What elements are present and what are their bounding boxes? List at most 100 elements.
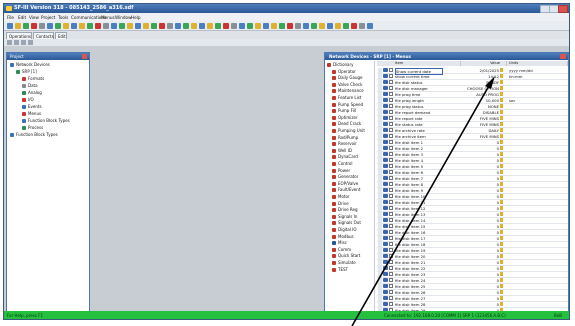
toolbar-button-icon[interactable] <box>151 23 157 29</box>
tree-node[interactable]: Network Devices <box>10 62 50 67</box>
toolbar-button-icon[interactable] <box>103 23 109 29</box>
menu-help[interactable]: Help <box>131 15 141 20</box>
edit-pencil-icon[interactable] <box>500 104 503 108</box>
item-name[interactable]: file disk item 13 <box>395 212 441 217</box>
item-name[interactable]: file disk item 22 <box>395 266 441 271</box>
close-icon[interactable] <box>560 54 566 59</box>
row-checkbox[interactable] <box>389 296 393 300</box>
edit-pencil-icon[interactable] <box>500 152 503 156</box>
item-name[interactable]: file disk item 19 <box>395 248 441 253</box>
menu-tree-item[interactable]: Maintenance <box>332 88 364 94</box>
item-name[interactable]: file disk item 12 <box>395 206 441 211</box>
menu-tree-item[interactable]: Digital IO <box>332 227 357 232</box>
menu-tree-item[interactable]: DynaCard <box>332 154 358 160</box>
item-name[interactable]: file disk item 14 <box>395 218 441 223</box>
item-value[interactable]: 0 <box>461 146 499 151</box>
toolbar-button-icon[interactable] <box>63 23 69 29</box>
item-value[interactable]: 0 <box>461 200 499 205</box>
edit-pencil-icon[interactable] <box>500 230 503 234</box>
item-name[interactable]: file disk item 5 <box>395 164 441 169</box>
item-value[interactable]: 0 <box>461 242 499 247</box>
toolbar-button-icon[interactable] <box>159 23 165 29</box>
item-value[interactable]: 0 <box>461 206 499 211</box>
toolbar-button-icon[interactable] <box>7 23 13 29</box>
item-value[interactable]: 0 <box>461 152 499 157</box>
item-value[interactable]: 0 <box>461 158 499 163</box>
toolbar-button-icon[interactable] <box>303 23 309 29</box>
menu-view[interactable]: View <box>29 15 39 20</box>
toolbar-button-icon[interactable] <box>23 23 29 29</box>
toolbar-button-icon[interactable] <box>47 23 53 29</box>
item-name[interactable]: file disk item 17 <box>395 236 441 241</box>
item-name[interactable]: file disk item 6 <box>395 170 441 175</box>
item-name[interactable]: file disk item 15 <box>395 224 441 229</box>
item-value[interactable]: 0 <box>461 296 499 301</box>
edit-pencil-icon[interactable] <box>500 290 503 294</box>
toolbar-button-icon[interactable] <box>255 23 261 29</box>
toolbar-button-icon[interactable] <box>207 23 213 29</box>
row-checkbox[interactable] <box>389 236 393 240</box>
edit-pencil-icon[interactable] <box>500 74 503 78</box>
toolbar-button-icon[interactable] <box>295 23 301 29</box>
item-name[interactable]: file report demand <box>395 110 441 115</box>
menu-tree-item[interactable]: Drive <box>332 201 349 206</box>
item-name[interactable]: file disk item 20 <box>395 254 441 259</box>
edit-pencil-icon[interactable] <box>500 110 503 114</box>
edit-pencil-icon[interactable] <box>500 164 503 168</box>
edit-pencil-icon[interactable] <box>500 248 503 252</box>
edit-pencil-icon[interactable] <box>500 212 503 216</box>
row-checkbox[interactable] <box>389 206 393 210</box>
item-name[interactable]: file disk item 7 <box>395 176 441 181</box>
item-name[interactable]: file disk item 25 <box>395 284 441 289</box>
item-name[interactable]: file disk status <box>395 80 441 85</box>
item-name[interactable]: file archive item <box>395 134 441 139</box>
menu-tree-item[interactable]: Simulate <box>332 260 356 265</box>
menu-tree-item[interactable]: Motor <box>332 194 350 199</box>
menu-tree-item[interactable]: Daily Gauge <box>332 75 362 81</box>
toolbar-button-icon[interactable] <box>279 23 285 29</box>
row-checkbox[interactable] <box>389 182 393 186</box>
item-value[interactable]: 0 <box>461 182 499 187</box>
item-name[interactable]: file disk item 4 <box>395 158 441 163</box>
row-checkbox[interactable] <box>389 254 393 258</box>
item-value[interactable]: 10,000 <box>461 98 499 103</box>
item-name[interactable]: file disk item 3 <box>395 152 441 157</box>
menu-tree-item[interactable]: Reservoir <box>332 141 357 147</box>
item-name[interactable]: file disk manager <box>395 86 441 91</box>
menu-tree-item[interactable]: Signals Out <box>332 220 361 226</box>
tree-node[interactable]: Data <box>22 83 38 88</box>
edit-pencil-icon[interactable] <box>500 302 503 306</box>
item-value[interactable]: 0 <box>461 170 499 175</box>
menu-tree-item[interactable]: Power <box>332 168 350 173</box>
edit-pencil-icon[interactable] <box>500 188 503 192</box>
edit-pencil-icon[interactable] <box>500 170 503 174</box>
toolbar-button-icon[interactable] <box>39 23 45 29</box>
row-checkbox[interactable] <box>389 98 393 102</box>
toolbar-button-icon[interactable] <box>343 23 349 29</box>
menu-tree-item[interactable]: Quick Start <box>332 253 360 259</box>
item-value[interactable]: FIVE MINS <box>461 116 499 121</box>
item-name[interactable]: file prog time <box>395 92 441 97</box>
item-name[interactable]: file disk item 24 <box>395 278 441 283</box>
menu-tree-item[interactable]: Modbus <box>332 234 354 239</box>
toolbar-button-icon[interactable] <box>263 23 269 29</box>
toolbar-button-icon[interactable] <box>287 23 293 29</box>
edit-pencil-icon[interactable] <box>500 134 503 138</box>
toolbar-button-icon[interactable] <box>175 23 181 29</box>
row-checkbox[interactable] <box>389 104 393 108</box>
tree-node[interactable]: Formats <box>22 76 44 81</box>
item-value[interactable]: 0 <box>461 224 499 229</box>
menu-tree-item[interactable]: Rod/Pump <box>332 135 358 140</box>
edit-pencil-icon[interactable] <box>500 146 503 150</box>
row-checkbox[interactable] <box>389 272 393 276</box>
row-checkbox[interactable] <box>389 188 393 192</box>
menu-tree-item[interactable]: Well ID <box>332 148 352 153</box>
toolbar-button-icon[interactable] <box>335 23 341 29</box>
item-name[interactable]: file disk item 11 <box>395 200 441 205</box>
row-checkbox[interactable] <box>389 278 393 282</box>
item-value[interactable]: 0 <box>461 302 499 307</box>
edit-pencil-icon[interactable] <box>500 284 503 288</box>
toolbar-button-icon[interactable] <box>271 23 277 29</box>
toolbar-button-icon[interactable] <box>199 23 205 29</box>
tree-node[interactable]: I/O <box>22 97 34 102</box>
